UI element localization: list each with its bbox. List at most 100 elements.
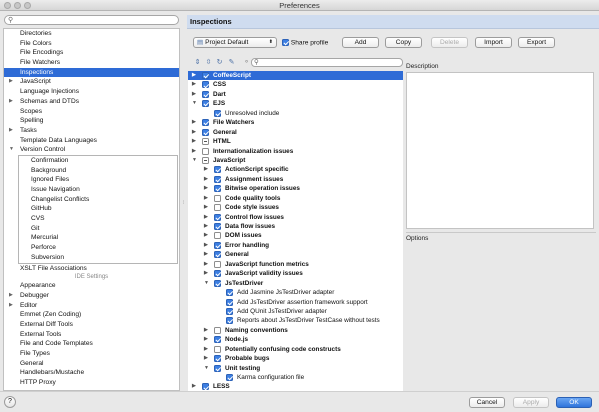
- chevron-right-icon[interactable]: ▶: [204, 326, 208, 335]
- copy-profile-button[interactable]: Copy: [385, 37, 422, 48]
- chevron-right-icon[interactable]: ▶: [204, 203, 208, 212]
- inspection-row[interactable]: ▶ Probable bugs: [188, 354, 403, 363]
- inspection-row[interactable]: ▶ LESS: [188, 382, 403, 391]
- inspection-checkbox[interactable]: [226, 298, 233, 306]
- sidebar-item[interactable]: ▶ Tasks: [4, 126, 179, 136]
- chevron-right-icon[interactable]: ▶: [192, 137, 196, 146]
- inspection-row[interactable]: ▶ HTML: [188, 137, 403, 146]
- inspection-row[interactable]: ▼ Unit testing: [188, 364, 403, 373]
- inspection-checkbox[interactable]: [202, 156, 209, 164]
- inspection-row[interactable]: ▶ Assignment issues: [188, 175, 403, 184]
- sidebar-subitem[interactable]: GitHub: [19, 204, 177, 214]
- zoom-window-button[interactable]: [24, 2, 31, 9]
- inspection-checkbox[interactable]: [214, 251, 221, 259]
- chevron-right-icon[interactable]: ▶: [192, 118, 196, 127]
- chevron-right-icon[interactable]: ▶: [204, 184, 208, 193]
- sidebar-item[interactable]: File Watchers: [4, 58, 179, 68]
- profile-select[interactable]: ▤ Project Default ⬍: [193, 37, 277, 48]
- sidebar-item[interactable]: External Diff Tools: [4, 320, 179, 330]
- inspection-checkbox[interactable]: [214, 364, 221, 372]
- chevron-right-icon[interactable]: ▶: [204, 213, 208, 222]
- chevron-right-icon[interactable]: ▶: [204, 345, 208, 354]
- inspection-checkbox[interactable]: [202, 138, 209, 146]
- edit-settings-icon[interactable]: ✎: [227, 58, 236, 66]
- inspection-checkbox[interactable]: [202, 100, 209, 108]
- inspection-row[interactable]: ▼ JavaScript: [188, 156, 403, 165]
- chevron-right-icon[interactable]: ▶: [9, 126, 13, 136]
- chevron-right-icon[interactable]: ▶: [192, 80, 196, 89]
- inspection-row[interactable]: ▶ Code style issues: [188, 203, 403, 212]
- inspections-tree[interactable]: ▶ CoffeeScript ▶ CSS ▶ Dart ▼ EJS Unresolved inc…: [188, 71, 403, 391]
- settings-search-input[interactable]: ⚲: [4, 15, 179, 25]
- inspection-checkbox[interactable]: [202, 128, 209, 136]
- collapse-all-icon[interactable]: ⇳: [204, 58, 213, 66]
- sidebar-item[interactable]: Inspections: [4, 67, 179, 78]
- inspection-row[interactable]: ▶ Code quality tools: [188, 194, 403, 203]
- inspection-row[interactable]: Add Jasmine JsTestDriver adapter: [188, 288, 403, 297]
- inspection-checkbox[interactable]: [214, 232, 221, 240]
- sidebar-item[interactable]: ▶ JavaScript: [4, 77, 179, 87]
- close-window-button[interactable]: [4, 2, 11, 9]
- inspection-row[interactable]: ▶ File Watchers: [188, 118, 403, 127]
- chevron-right-icon[interactable]: ▶: [204, 231, 208, 240]
- chevron-down-icon[interactable]: ▼: [204, 279, 209, 288]
- inspection-row[interactable]: ▶ General: [188, 128, 403, 137]
- inspection-checkbox[interactable]: [214, 270, 221, 278]
- inspection-row[interactable]: ▶ Naming conventions: [188, 326, 403, 335]
- sidebar-item[interactable]: Directories: [4, 29, 179, 39]
- chevron-right-icon[interactable]: ▶: [9, 97, 13, 107]
- inspection-checkbox[interactable]: [214, 345, 221, 353]
- apply-button[interactable]: Apply: [513, 397, 549, 408]
- sidebar-item[interactable]: XSLT File Associations: [4, 264, 179, 274]
- inspection-row[interactable]: ▶ CSS: [188, 80, 403, 89]
- chevron-right-icon[interactable]: ▶: [192, 382, 196, 391]
- sidebar-subitem[interactable]: Issue Navigation: [19, 185, 177, 195]
- settings-tree[interactable]: Directories File Colors File Encodings File…: [3, 28, 180, 391]
- sidebar-subitem[interactable]: Git: [19, 224, 177, 234]
- share-profile-option[interactable]: Share profile: [282, 39, 328, 46]
- sidebar-subitem[interactable]: CVS: [19, 214, 177, 224]
- sidebar-item[interactable]: File Colors: [4, 39, 179, 49]
- inspection-row[interactable]: ▶ Internationalization issues: [188, 147, 403, 156]
- sidebar-subitem[interactable]: Perforce: [19, 243, 177, 253]
- inspection-checkbox[interactable]: [214, 355, 221, 363]
- inspection-checkbox[interactable]: [214, 109, 221, 117]
- sidebar-item[interactable]: ▶ Editor: [4, 301, 179, 311]
- sidebar-subitem[interactable]: Ignored Files: [19, 175, 177, 185]
- delete-profile-button[interactable]: Delete: [431, 37, 468, 48]
- inspection-row[interactable]: ▶ Data flow issues: [188, 222, 403, 231]
- sidebar-item[interactable]: ▶ Schemas and DTDs: [4, 97, 179, 107]
- sidebar-item[interactable]: Language Injections: [4, 87, 179, 97]
- reset-icon[interactable]: ↻: [215, 58, 224, 66]
- inspection-row[interactable]: ▶ JavaScript function metrics: [188, 260, 403, 269]
- chevron-right-icon[interactable]: ▶: [192, 128, 196, 137]
- inspection-row[interactable]: ▶ Bitwise operation issues: [188, 184, 403, 193]
- inspection-checkbox[interactable]: [202, 147, 209, 155]
- inspection-row[interactable]: ▶ Error handling: [188, 241, 403, 250]
- chevron-right-icon[interactable]: ▶: [9, 291, 13, 301]
- inspection-row[interactable]: ▶ CoffeeScript: [188, 71, 403, 81]
- inspection-checkbox[interactable]: [202, 81, 209, 89]
- chevron-right-icon[interactable]: ▶: [9, 301, 13, 311]
- inspection-row[interactable]: ▶ Dart: [188, 90, 403, 99]
- inspection-checkbox[interactable]: [226, 307, 233, 315]
- sidebar-subitem[interactable]: Mercurial: [19, 233, 177, 243]
- inspection-checkbox[interactable]: [202, 383, 209, 391]
- inspection-row[interactable]: ▶ General: [188, 250, 403, 259]
- chevron-right-icon[interactable]: ▶: [204, 260, 208, 269]
- sidebar-item[interactable]: ▶ Debugger: [4, 291, 179, 301]
- chevron-right-icon[interactable]: ▶: [192, 147, 196, 156]
- chevron-down-icon[interactable]: ▼: [192, 99, 197, 108]
- inspection-row[interactable]: Reports about JsTestDriver TestCase with…: [188, 316, 403, 325]
- inspection-checkbox[interactable]: [214, 175, 221, 183]
- sidebar-item[interactable]: General: [4, 359, 179, 369]
- inspection-checkbox[interactable]: [214, 194, 221, 202]
- sidebar-item[interactable]: Template Data Languages: [4, 136, 179, 146]
- filter-severity-icon[interactable]: ⚬: [242, 58, 251, 66]
- inspection-row[interactable]: ▶ ActionScript specific: [188, 165, 403, 174]
- share-profile-checkbox[interactable]: [282, 39, 289, 46]
- sidebar-item[interactable]: File Encodings: [4, 48, 179, 58]
- inspection-row[interactable]: ▶ Control flow issues: [188, 213, 403, 222]
- sidebar-item[interactable]: Appearance: [4, 281, 179, 291]
- sidebar-item[interactable]: Emmet (Zen Coding): [4, 310, 179, 320]
